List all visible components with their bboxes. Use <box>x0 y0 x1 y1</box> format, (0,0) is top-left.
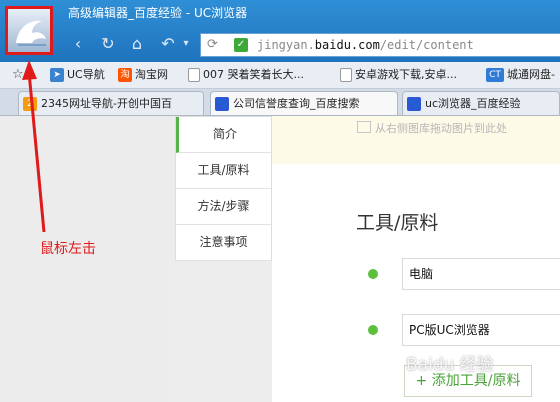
annotation-arrow-icon <box>22 60 46 233</box>
annotation-label: 鼠标左击 <box>40 241 96 257</box>
